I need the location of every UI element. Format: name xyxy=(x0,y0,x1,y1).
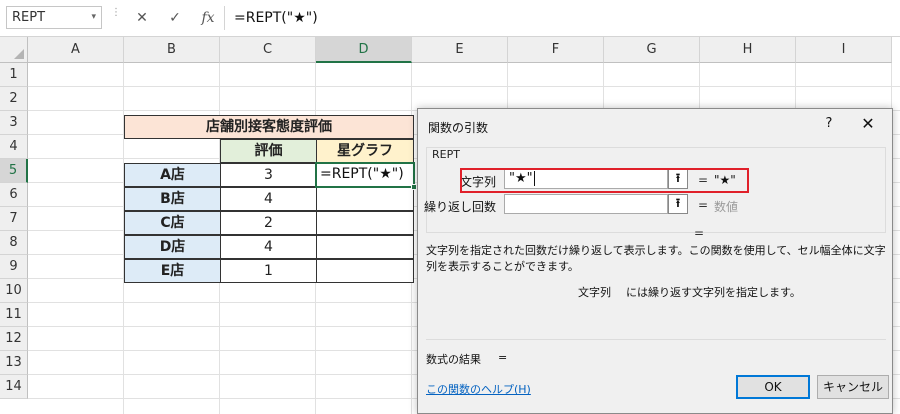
arg2-equals: = xyxy=(698,198,709,212)
store-name-cell[interactable]: C店 xyxy=(124,211,221,235)
row-header-3[interactable]: 3 xyxy=(0,111,28,135)
dialog-title: 関数の引数 xyxy=(428,121,489,135)
store-name-cell[interactable]: A店 xyxy=(124,163,221,187)
ok-button[interactable]: OK xyxy=(736,375,810,399)
active-cell[interactable]: =REPT("★") xyxy=(315,162,417,190)
cancel-button[interactable]: キャンセル xyxy=(817,375,889,399)
column-header-d[interactable]: D xyxy=(316,37,412,63)
rating-cell[interactable]: 4 xyxy=(220,187,317,211)
overall-equals: = xyxy=(694,226,705,240)
store-name-cell[interactable]: E店 xyxy=(124,259,221,283)
arg2-result: 数値 xyxy=(714,200,739,214)
arg2-label: 繰り返し回数 xyxy=(423,200,496,214)
help-icon[interactable]: ? xyxy=(821,116,837,131)
column-header-b[interactable]: B xyxy=(124,37,220,63)
function-help-link[interactable]: この関数のヘルプ(H) xyxy=(426,381,531,397)
arg2-input[interactable] xyxy=(504,194,668,214)
function-description: 文字列を指定された回数だけ繰り返して表示します。この関数を使用して、セル幅全体に… xyxy=(426,244,886,273)
row-header-1[interactable]: 1 xyxy=(0,63,28,87)
rating-cell[interactable]: 4 xyxy=(220,235,317,259)
select-all-button[interactable] xyxy=(0,37,28,63)
function-name: REPT xyxy=(430,148,462,161)
name-box[interactable]: REPT ▾ xyxy=(6,6,102,29)
store-name-cell[interactable]: B店 xyxy=(124,187,221,211)
row-header-13[interactable]: 13 xyxy=(0,351,28,375)
gridline xyxy=(28,86,900,87)
row-header-10[interactable]: 10 xyxy=(0,279,28,303)
divider xyxy=(426,339,886,340)
column-header-e[interactable]: E xyxy=(412,37,508,63)
rating-cell[interactable]: 1 xyxy=(220,259,317,283)
star-graph-cell[interactable] xyxy=(316,259,414,283)
cancel-formula-button[interactable]: ✕ xyxy=(130,8,154,28)
header-star-graph[interactable]: 星グラフ xyxy=(316,139,414,163)
row-header-8[interactable]: 8 xyxy=(0,231,28,255)
formula-result-equals: = xyxy=(498,351,508,364)
formula-bar: REPT ▾ ⋮ ✕ ✓ fx =REPT("★") xyxy=(0,0,900,37)
row-header-4[interactable]: 4 xyxy=(0,135,28,159)
rating-cell[interactable]: 2 xyxy=(220,211,317,235)
argument-description: には繰り返す文字列を指定します。 xyxy=(626,286,801,299)
insert-function-button[interactable]: fx xyxy=(196,8,220,28)
row-header-9[interactable]: 9 xyxy=(0,255,28,279)
argument-description-label: 文字列 xyxy=(578,286,611,299)
row-header-14[interactable]: 14 xyxy=(0,375,28,399)
column-header-i[interactable]: I xyxy=(796,37,892,63)
store-name-cell[interactable]: D店 xyxy=(124,235,221,259)
column-header-f[interactable]: F xyxy=(508,37,604,63)
column-header-c[interactable]: C xyxy=(220,37,316,63)
rating-cell[interactable]: 3 xyxy=(220,163,317,187)
annotation-highlight xyxy=(460,168,749,193)
table-title[interactable]: 店舗別接客態度評価 xyxy=(124,115,414,139)
function-arguments-dialog: 関数の引数 ? ✕ REPT 文字列 "★" ⭱ = "★" 繰り返し回数 ⭱ … xyxy=(417,108,893,414)
star-graph-cell[interactable] xyxy=(316,211,414,235)
header-rating[interactable]: 評価 xyxy=(220,139,317,163)
column-header-a[interactable]: A xyxy=(28,37,124,63)
grip-icon: ⋮ xyxy=(111,7,121,18)
star-graph-cell[interactable] xyxy=(316,187,414,211)
close-icon[interactable]: ✕ xyxy=(858,114,878,133)
collapse-dialog-icon[interactable]: ⭱ xyxy=(668,194,688,214)
formula-input[interactable]: =REPT("★") xyxy=(234,8,318,28)
row-header-6[interactable]: 6 xyxy=(0,183,28,207)
enter-formula-button[interactable]: ✓ xyxy=(163,8,187,28)
formula-result-label: 数式の結果 xyxy=(426,353,481,366)
row-header-11[interactable]: 11 xyxy=(0,303,28,327)
row-header-7[interactable]: 7 xyxy=(0,207,28,231)
row-header-12[interactable]: 12 xyxy=(0,327,28,351)
column-header-g[interactable]: G xyxy=(604,37,700,63)
formula-bar-divider xyxy=(224,6,225,30)
active-cell-formula: =REPT("★") xyxy=(320,166,404,182)
column-header-h[interactable]: H xyxy=(700,37,796,63)
chevron-down-icon[interactable]: ▾ xyxy=(91,7,96,28)
star-graph-cell[interactable] xyxy=(316,235,414,259)
row-header-5[interactable]: 5 xyxy=(0,159,28,183)
row-header-2[interactable]: 2 xyxy=(0,87,28,111)
name-box-value: REPT xyxy=(12,10,46,25)
